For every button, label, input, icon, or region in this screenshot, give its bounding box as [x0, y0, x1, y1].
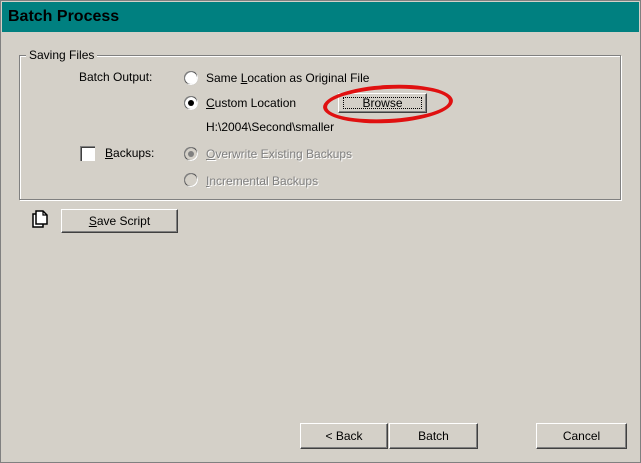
cancel-button[interactable]: Cancel [536, 423, 627, 449]
backups-label[interactable]: Backups: [105, 145, 154, 161]
copy-document-icon[interactable] [32, 210, 48, 228]
title-bar: Batch Process [2, 2, 639, 32]
window-title: Batch Process [8, 8, 120, 25]
overwrite-backups-label[interactable]: Overwrite Existing Backups [206, 146, 352, 162]
custom-location-label[interactable]: Custom Location [206, 95, 296, 111]
same-location-label[interactable]: Same Location as Original File [206, 70, 369, 86]
custom-location-path: H:\2004\Second\smaller [206, 120, 335, 134]
custom-location-radio[interactable] [184, 96, 198, 110]
save-script-button[interactable]: Save Script [61, 209, 178, 233]
back-button[interactable]: < Back [300, 423, 388, 449]
same-location-radio[interactable] [184, 71, 198, 85]
radio-selected-dot [188, 100, 194, 106]
overwrite-backups-radio[interactable] [184, 147, 198, 161]
backups-checkbox[interactable] [80, 146, 95, 161]
saving-files-legend: Saving Files [26, 47, 98, 63]
batch-button[interactable]: Batch [389, 423, 478, 449]
incremental-backups-radio[interactable] [184, 173, 198, 187]
batch-output-label: Batch Output: [79, 70, 153, 84]
radio-selected-dot [188, 151, 194, 157]
incremental-backups-label[interactable]: Incremental Backups [206, 173, 318, 189]
